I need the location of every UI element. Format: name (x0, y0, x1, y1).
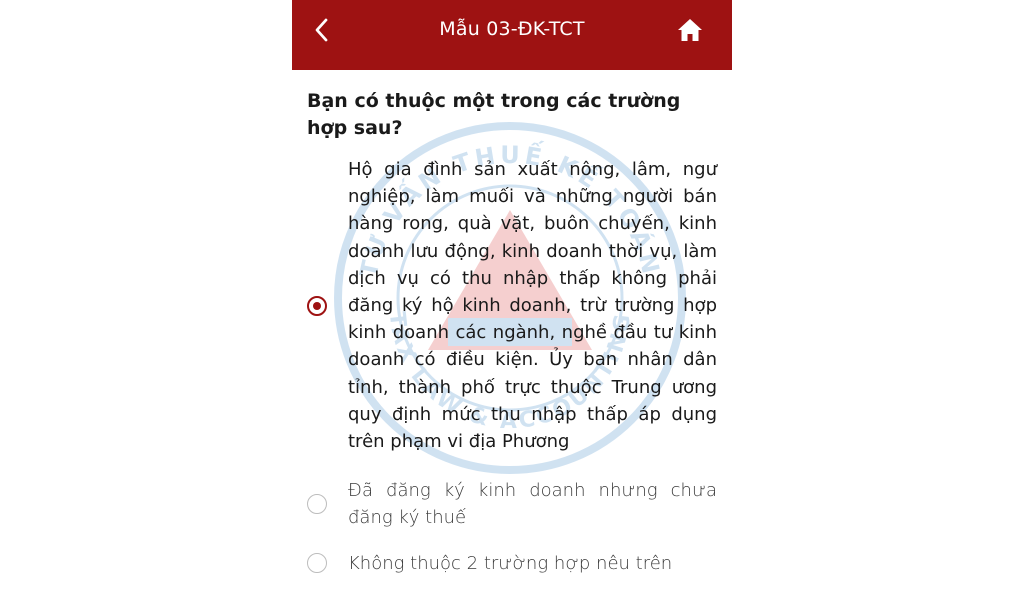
option-item-1[interactable]: Hộ gia đình sản xuất nông, lâm, ngư nghi… (307, 156, 717, 455)
option-item-2[interactable]: Đã đăng ký kinh doanh nhưng chưa đăng ký… (307, 477, 717, 531)
radio-unselected-icon[interactable] (307, 553, 327, 574)
radio-unselected-icon[interactable] (307, 494, 327, 515)
question-text: Bạn có thuộc một trong các trường hợp sa… (307, 90, 681, 139)
question-content: Bạn có thuộc một trong các trường hợp sa… (307, 88, 717, 577)
home-button[interactable] (668, 10, 712, 50)
option-label: Không thuộc 2 trường hợp nêu trên (348, 552, 673, 574)
chevron-left-icon (315, 18, 328, 42)
app-screen: Mẫu 03-ĐK-TCT TƯ VẤN THUẾ KẾ TOÁN TAX LA… (292, 0, 732, 597)
back-button[interactable] (300, 10, 344, 50)
option-label: Hộ gia đình sản xuất nông, lâm, ngư nghi… (348, 159, 717, 453)
option-item-3[interactable]: Không thuộc 2 trường hợp nêu trên (307, 550, 717, 577)
home-icon (678, 19, 702, 41)
radio-selected-icon[interactable] (307, 295, 327, 316)
option-label: Đã đăng ký kinh doanh nhưng chưa đăng ký… (348, 480, 717, 529)
page-title: Mẫu 03-ĐK-TCT (439, 18, 585, 40)
app-header: Mẫu 03-ĐK-TCT (292, 0, 732, 70)
